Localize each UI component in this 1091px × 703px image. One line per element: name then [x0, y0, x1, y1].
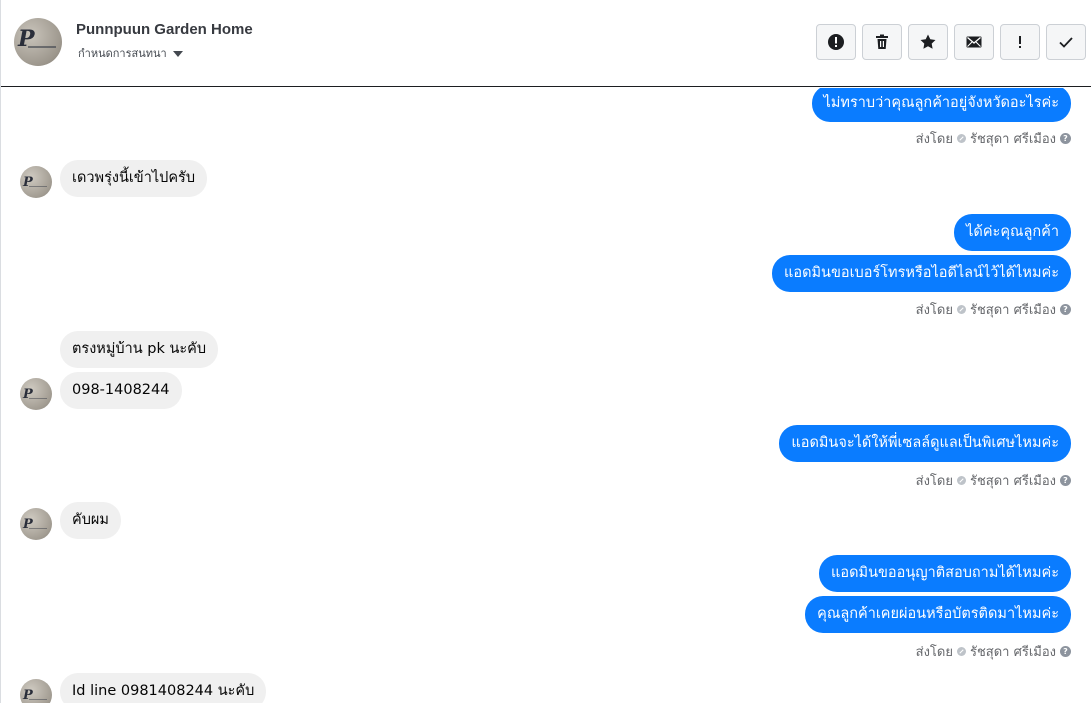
sent-by-prefix: ส่งโดย — [915, 645, 953, 660]
verified-icon — [956, 134, 966, 143]
star-icon — [920, 34, 936, 49]
message-outgoing[interactable]: ได้ค่ะคุณลูกค้า — [954, 214, 1071, 251]
sent-by-label: ส่งโดย รัชสุดา ศรีเมือง ? — [916, 641, 1071, 662]
message-incoming[interactable]: Id line 0981408244 นะคับ — [60, 673, 267, 703]
mark-done-button[interactable] — [1046, 24, 1086, 60]
message-outgoing[interactable]: ไม่ทราบว่าคุณลูกค้าอยู่จังหวัดอะไรค่ะ — [811, 88, 1071, 122]
caret-down-icon — [172, 50, 183, 57]
verified-icon — [956, 476, 966, 485]
delete-button[interactable] — [862, 24, 902, 60]
assign-conversation-dropdown[interactable]: กำหนดการสนทนา — [78, 44, 183, 62]
sent-by-agent[interactable]: รัชสุดา ศรีเมือง — [970, 299, 1056, 320]
mark-unread-button[interactable] — [954, 24, 994, 60]
message-incoming[interactable]: ตรงหมู่บ้าน pk นะคับ — [60, 331, 219, 368]
sent-by-label: ส่งโดย รัชสุดา ศรีเมือง ? — [916, 299, 1071, 320]
conversation-header: Punnpuun Garden Home กำหนดการสนทนา — [1, 0, 1091, 87]
help-icon[interactable]: ? — [1060, 475, 1071, 486]
sent-by-agent[interactable]: รัชสุดา ศรีเมือง — [970, 128, 1056, 149]
message-incoming[interactable]: เดวพรุ่งนี้เข้าไปครับ — [60, 160, 208, 197]
message-incoming[interactable]: คับผม — [60, 502, 121, 539]
conversation-toolbar — [816, 24, 1086, 60]
sent-by-prefix: ส่งโดย — [915, 132, 953, 147]
message-thread[interactable]: ไม่ทราบว่าคุณลูกค้าอยู่จังหวัดอะไรค่ะ ส่… — [1, 88, 1091, 703]
message-outgoing[interactable]: แอดมินขอเบอร์โทรหรือไอดีไลน์ไว้ได้ไหมค่ะ — [772, 255, 1071, 292]
alert-circle-icon — [828, 34, 844, 50]
avatar[interactable]: P — [20, 679, 52, 703]
envelope-icon — [966, 36, 982, 48]
sent-by-label: ส่งโดย รัชสุดา ศรีเมือง ? — [916, 128, 1071, 149]
sent-by-agent[interactable]: รัชสุดา ศรีเมือง — [970, 641, 1056, 662]
message-outgoing[interactable]: แอดมินจะได้ให้พี่เซลล์ดูแลเป็นพิเศษไหมค่… — [779, 425, 1071, 462]
page-avatar[interactable] — [14, 18, 62, 66]
message-incoming[interactable]: 098-1408244 — [60, 372, 182, 409]
sent-by-label: ส่งโดย รัชสุดา ศรีเมือง ? — [916, 470, 1071, 491]
exclamation-icon — [1019, 36, 1021, 48]
sent-by-prefix: ส่งโดย — [915, 474, 953, 489]
avatar[interactable]: P — [20, 378, 52, 410]
verified-icon — [956, 305, 966, 314]
check-icon — [1059, 37, 1073, 48]
page-title[interactable]: Punnpuun Garden Home — [76, 21, 253, 38]
help-icon[interactable]: ? — [1060, 646, 1071, 657]
avatar[interactable]: P — [20, 166, 52, 198]
star-button[interactable] — [908, 24, 948, 60]
avatar[interactable]: P — [20, 508, 52, 540]
assign-label: กำหนดการสนทนา — [78, 47, 167, 60]
help-icon[interactable]: ? — [1060, 133, 1071, 144]
verified-icon — [956, 647, 966, 656]
page-logo — [18, 26, 58, 52]
sent-by-prefix: ส่งโดย — [915, 303, 953, 318]
spam-button[interactable] — [816, 24, 856, 60]
message-outgoing[interactable]: คุณลูกค้าเคยผ่อนหรือบัตรติดมาไหมค่ะ — [805, 596, 1071, 633]
follow-up-button[interactable] — [1000, 24, 1040, 60]
trash-icon — [876, 34, 888, 49]
message-outgoing[interactable]: แอดมินขออนุญาติสอบถามได้ไหมค่ะ — [819, 555, 1071, 592]
sent-by-agent[interactable]: รัชสุดา ศรีเมือง — [970, 470, 1056, 491]
help-icon[interactable]: ? — [1060, 304, 1071, 315]
conversation-panel: Punnpuun Garden Home กำหนดการสนทนา — [0, 0, 1091, 703]
